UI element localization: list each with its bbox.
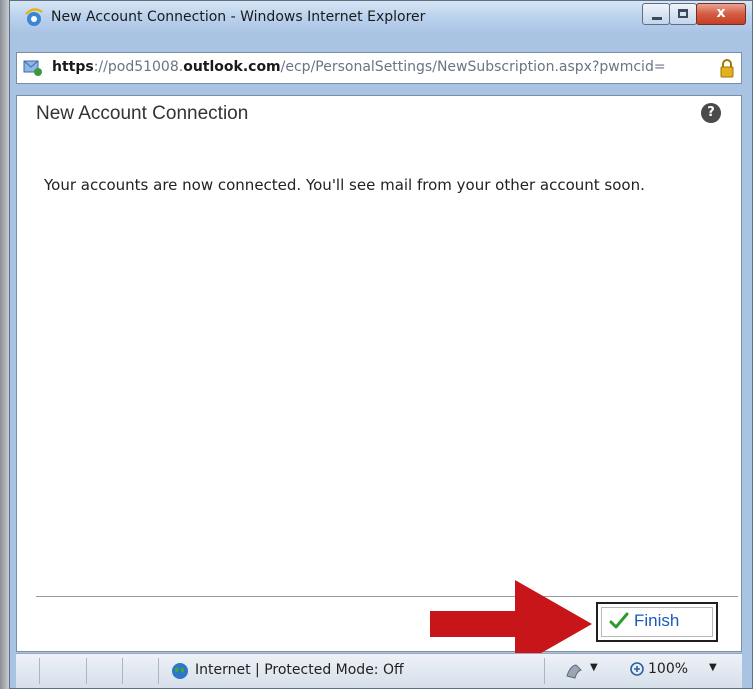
check-icon xyxy=(609,612,629,629)
status-cell xyxy=(40,658,87,684)
zoom-level[interactable]: 100% xyxy=(648,661,688,677)
window-controls: x xyxy=(642,3,746,27)
status-cell xyxy=(123,658,159,684)
confirmation-message: Your accounts are now connected. You'll … xyxy=(44,176,645,194)
status-cell xyxy=(87,658,123,684)
dialog-title: New Account Connection xyxy=(36,103,249,124)
url-domain: outlook.com xyxy=(183,59,281,75)
page-icon xyxy=(23,60,42,76)
address-url: https://pod51008.outlook.com/ecp/Persona… xyxy=(52,59,666,75)
ie-icon xyxy=(25,8,43,26)
minimize-button[interactable] xyxy=(642,3,670,25)
footer-divider xyxy=(36,596,738,597)
chevron-down-icon[interactable]: ▼ xyxy=(709,662,717,673)
globe-icon xyxy=(172,663,188,679)
help-icon[interactable]: ? xyxy=(701,103,721,123)
title-bar[interactable]: New Account Connection - Windows Interne… xyxy=(10,1,752,34)
lock-icon[interactable] xyxy=(719,58,735,78)
zone-status: Internet | Protected Mode: Off xyxy=(195,662,404,678)
maximize-button[interactable] xyxy=(669,3,697,25)
finish-label: Finish xyxy=(634,611,680,630)
zoom-icon[interactable] xyxy=(629,661,647,679)
url-host-prefix: ://pod51008. xyxy=(93,59,184,75)
close-icon: x xyxy=(716,5,726,21)
window-title: New Account Connection - Windows Interne… xyxy=(51,9,426,25)
url-path: /ecp/PersonalSettings/NewSubscription.as… xyxy=(280,59,666,75)
finish-button[interactable]: Finish xyxy=(596,602,718,642)
status-bar: Internet | Protected Mode: Off ▼ 100% ▼ xyxy=(16,653,742,688)
security-icon[interactable] xyxy=(564,662,584,680)
address-bar[interactable]: https://pod51008.outlook.com/ecp/Persona… xyxy=(16,52,742,84)
close-button[interactable]: x xyxy=(696,3,746,25)
status-cell xyxy=(16,658,40,684)
background-edge xyxy=(0,0,9,689)
maximize-icon xyxy=(678,9,688,18)
url-scheme: https xyxy=(52,59,94,75)
minimize-icon xyxy=(652,17,662,20)
status-cell xyxy=(424,658,545,684)
chevron-down-icon[interactable]: ▼ xyxy=(590,662,598,673)
